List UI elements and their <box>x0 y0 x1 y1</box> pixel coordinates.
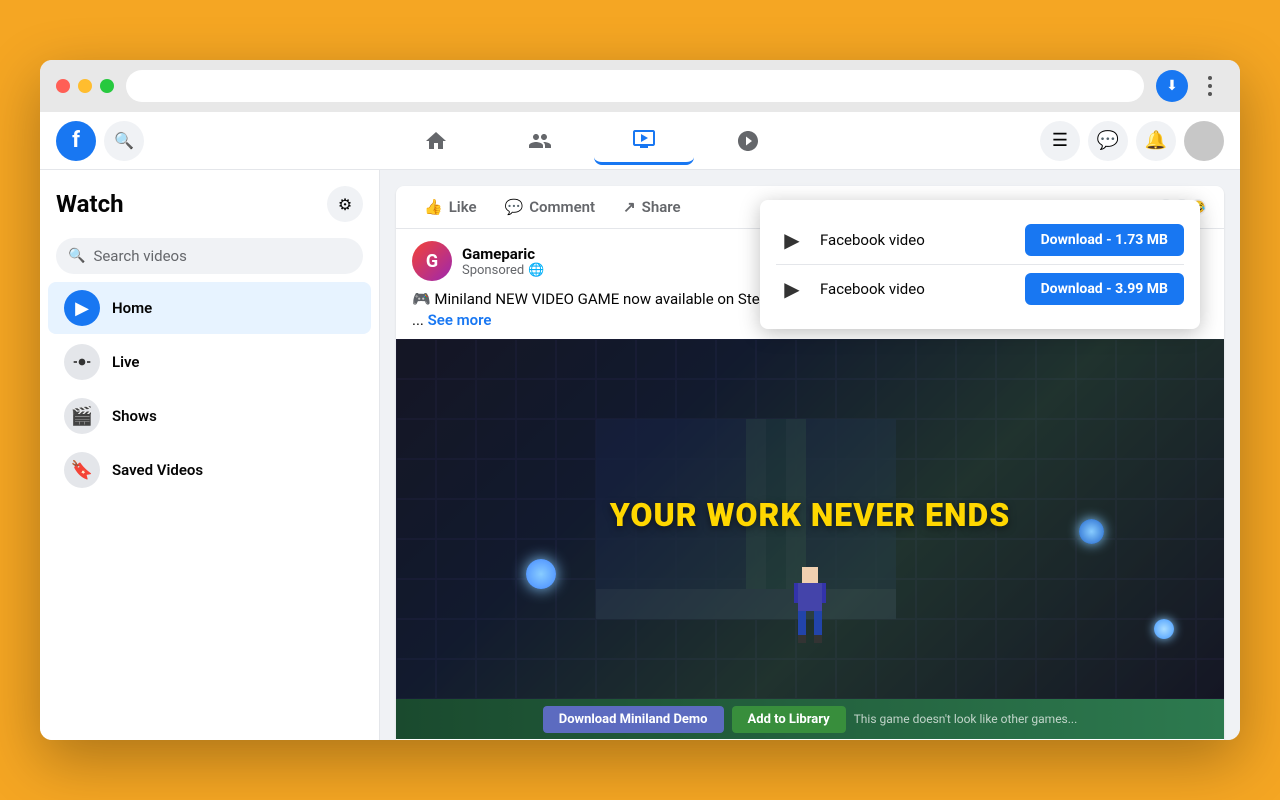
sidebar-item-home[interactable]: ▶ Home <box>48 282 371 334</box>
url-bar[interactable] <box>126 70 1144 102</box>
gear-icon: ⚙ <box>338 195 352 214</box>
search-icon: 🔍 <box>68 248 85 264</box>
sidebar-item-saved[interactable]: 🔖 Saved Videos <box>48 444 371 496</box>
browser-titlebar: ⬇ <box>40 60 1240 112</box>
like-button[interactable]: 👍 Like <box>412 190 489 224</box>
minimize-button[interactable] <box>78 79 92 93</box>
share-icon: ↗ <box>623 198 636 216</box>
add-to-library-button[interactable]: Add to Library <box>732 706 846 733</box>
play-icon: ▶ <box>776 273 808 305</box>
comment-label: Comment <box>529 198 595 216</box>
nav-menu-button[interactable]: ☰ <box>1040 121 1080 161</box>
nav-watch[interactable] <box>594 117 694 165</box>
sidebar-item-label: Shows <box>112 407 157 425</box>
close-button[interactable] <box>56 79 70 93</box>
nav-friends[interactable] <box>490 117 590 165</box>
sidebar-item-live[interactable]: Live <box>48 336 371 388</box>
download-label-2: Facebook video <box>820 280 1013 298</box>
menu-dot <box>1208 92 1212 96</box>
sidebar-settings-button[interactable]: ⚙ <box>327 186 363 222</box>
sidebar-item-label: Home <box>112 299 152 317</box>
like-label: Like <box>449 198 477 216</box>
maximize-button[interactable] <box>100 79 114 93</box>
author-avatar[interactable]: G <box>412 241 452 281</box>
video-container[interactable]: YOUR WORK NEVER ENDS <box>396 339 1224 739</box>
saved-icon: 🔖 <box>64 452 100 488</box>
menu-dot <box>1208 84 1212 88</box>
play-icon: ▶ <box>776 224 808 256</box>
download-row-2: ▶ Facebook video Download - 3.99 MB <box>776 264 1184 313</box>
sidebar-title: Watch <box>56 190 124 218</box>
orb-right <box>1079 519 1104 544</box>
download-demo-button[interactable]: Download Miniland Demo <box>543 706 724 733</box>
nav-groups[interactable] <box>698 117 798 165</box>
sidebar-header: Watch ⚙ <box>40 178 379 230</box>
like-icon: 👍 <box>424 198 443 216</box>
download-icon: ⬇ <box>1166 78 1178 94</box>
download-manager-button[interactable]: ⬇ <box>1156 70 1188 102</box>
nav-right: ☰ 💬 🔔 <box>1040 121 1224 161</box>
comment-button[interactable]: 💬 Comment <box>493 190 608 224</box>
game-description: This game doesn't look like other games.… <box>854 712 1078 726</box>
traffic-lights <box>56 79 114 93</box>
share-button[interactable]: ↗ Share <box>611 190 693 224</box>
search-icon: 🔍 <box>114 131 134 150</box>
notifications-button[interactable]: 🔔 <box>1136 121 1176 161</box>
globe-icon: 🌐 <box>528 263 544 278</box>
download-button-2[interactable]: Download - 3.99 MB <box>1025 273 1184 305</box>
browser-controls: ⬇ <box>1156 70 1224 102</box>
facebook-topnav: f 🔍 <box>40 112 1240 170</box>
download-button-1[interactable]: Download - 1.73 MB <box>1025 224 1184 256</box>
post-footer: HTTPS://STORE.STEAMPOWERED.COM/APP/19340… <box>396 739 1224 740</box>
orb-bottom <box>1154 619 1174 639</box>
download-popup: ▶ Facebook video Download - 1.73 MB ▶ Fa… <box>760 200 1200 329</box>
sidebar-item-label: Live <box>112 353 140 371</box>
shows-icon: 🎬 <box>64 398 100 434</box>
sidebar-item-label: Saved Videos <box>112 461 203 479</box>
messenger-button[interactable]: 💬 <box>1088 121 1128 161</box>
nav-home[interactable] <box>386 117 486 165</box>
post-text-prefix: ... <box>412 311 428 329</box>
see-more-button[interactable]: See more <box>428 311 492 329</box>
browser-menu-button[interactable] <box>1196 72 1224 100</box>
comment-icon: 💬 <box>505 198 524 216</box>
game-banner: Download Miniland Demo Add to Library Th… <box>396 699 1224 739</box>
video-title: YOUR WORK NEVER ENDS <box>610 496 1010 534</box>
video-search-bar[interactable]: 🔍 Search videos <box>56 238 363 274</box>
sponsored-label: Sponsored <box>462 263 524 278</box>
nav-icons <box>152 117 1032 165</box>
search-button[interactable]: 🔍 <box>104 121 144 161</box>
watch-sidebar: Watch ⚙ 🔍 Search videos ▶ Home <box>40 170 380 740</box>
download-row-1: ▶ Facebook video Download - 1.73 MB <box>776 216 1184 264</box>
home-icon: ▶ <box>64 290 100 326</box>
facebook-logo[interactable]: f <box>56 121 96 161</box>
download-label-1: Facebook video <box>820 231 1013 249</box>
pixel-character <box>770 559 850 659</box>
menu-dot <box>1208 76 1212 80</box>
sidebar-item-shows[interactable]: 🎬 Shows <box>48 390 371 442</box>
user-avatar[interactable] <box>1184 121 1224 161</box>
orb-left <box>526 559 556 589</box>
video-thumbnail: YOUR WORK NEVER ENDS <box>396 339 1224 699</box>
live-icon <box>64 344 100 380</box>
search-placeholder: Search videos <box>93 247 186 265</box>
share-label: Share <box>642 198 681 216</box>
